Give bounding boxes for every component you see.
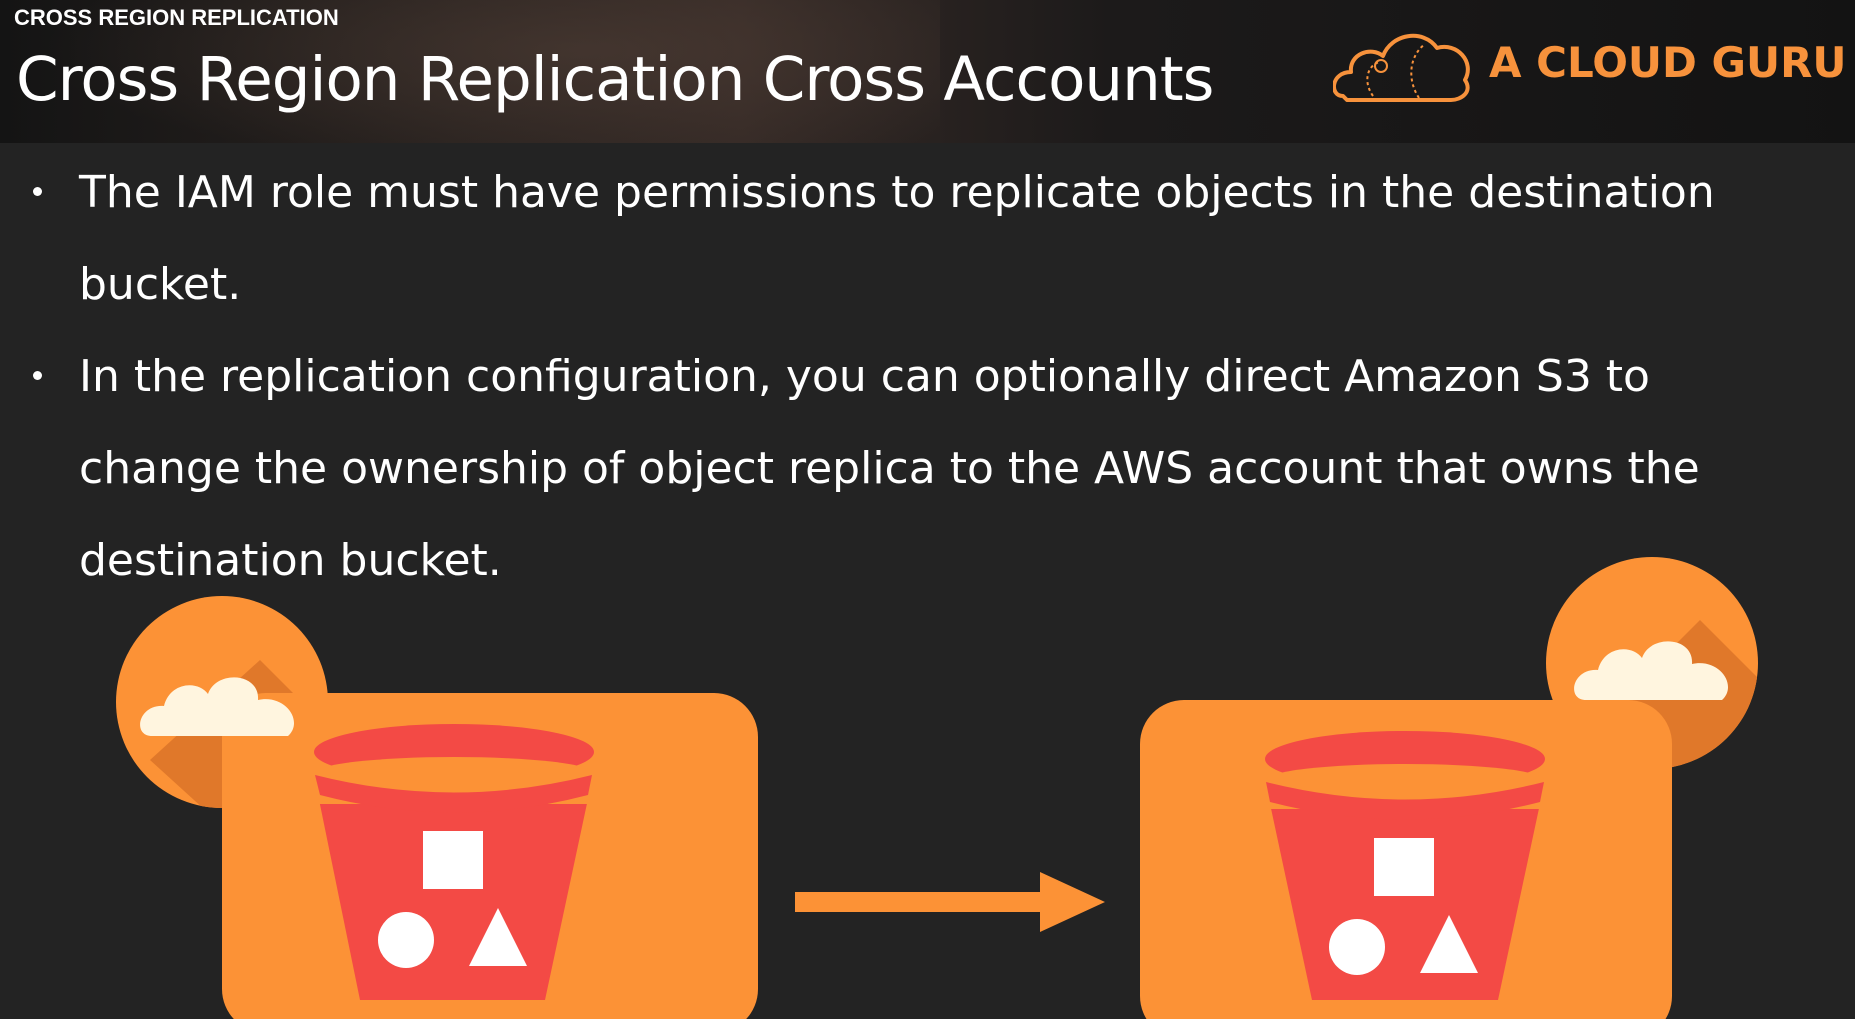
slide-header: CROSS REGION REPLICATION Cross Region Re… — [0, 0, 1855, 143]
cloud-logo-icon — [1333, 33, 1470, 102]
brand: A CLOUD GURU — [1333, 22, 1847, 106]
square-shape-icon — [423, 831, 483, 889]
bullet-list: The IAM role must have permissions to re… — [0, 147, 1855, 607]
bullet-item: In the replication configuration, you ca… — [0, 331, 1779, 607]
arrow-right-icon — [795, 872, 1105, 932]
circle-shape-icon — [1329, 919, 1385, 975]
bucket-icon — [314, 724, 594, 1000]
bullet-text: The IAM role must have permissions to re… — [79, 167, 1715, 310]
destination-bucket-icon — [1140, 557, 1758, 1019]
bullet-text: In the replication configuration, you ca… — [79, 351, 1700, 586]
source-bucket-icon — [116, 596, 758, 1019]
bullet-dot-icon — [33, 187, 42, 196]
bucket-icon — [1265, 731, 1545, 1000]
section-label: CROSS REGION REPLICATION — [14, 5, 339, 30]
square-shape-icon — [1374, 838, 1434, 896]
brand-name: A CLOUD GURU — [1489, 38, 1847, 87]
bullet-item: The IAM role must have permissions to re… — [0, 147, 1779, 331]
bullet-dot-icon — [33, 371, 42, 380]
slide-title: Cross Region Replication Cross Accounts — [16, 44, 1214, 115]
circle-shape-icon — [378, 912, 434, 968]
